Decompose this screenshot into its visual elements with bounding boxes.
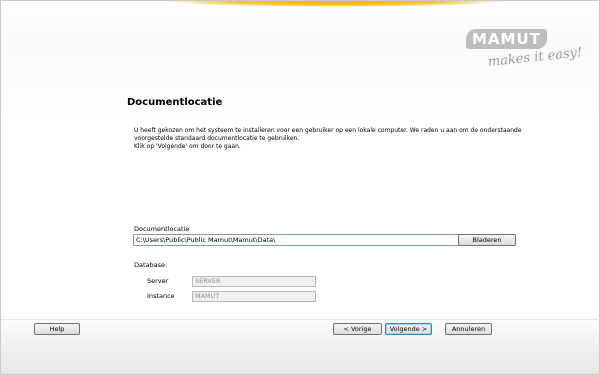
instance-field: MAMUT bbox=[192, 291, 316, 302]
logo-brand: MAMUT bbox=[466, 29, 547, 49]
footer-divider bbox=[1, 319, 600, 320]
previous-button[interactable]: < Vorige bbox=[333, 323, 382, 335]
server-field: SERVER bbox=[192, 276, 316, 287]
database-label: Database: bbox=[134, 261, 168, 269]
browse-button[interactable]: Bladeren bbox=[458, 234, 516, 246]
next-button[interactable]: Volgende > bbox=[385, 323, 432, 335]
description-text: U heeft gekozen om het systeem te instal… bbox=[134, 127, 522, 151]
help-button[interactable]: Help bbox=[34, 323, 80, 335]
header-swoosh bbox=[1, 1, 600, 11]
description-line-3: Klik op 'Volgende' om door te gaan. bbox=[134, 143, 241, 150]
document-location-input[interactable] bbox=[133, 234, 459, 246]
mamut-logo: MAMUT makes it easy! bbox=[466, 29, 586, 81]
installer-window: MAMUT makes it easy! Documentlocatie U h… bbox=[0, 0, 600, 375]
cancel-button[interactable]: Annuleren bbox=[445, 323, 492, 335]
description-line-1: U heeft gekozen om het systeem te instal… bbox=[134, 127, 522, 134]
instance-label: Instance bbox=[147, 292, 175, 300]
description-line-2: voorgestelde standaard documentlocatie t… bbox=[134, 135, 300, 142]
document-location-label: Documentlocatie bbox=[134, 225, 190, 233]
server-label: Server bbox=[147, 277, 169, 285]
page-title: Documentlocatie bbox=[127, 97, 223, 108]
